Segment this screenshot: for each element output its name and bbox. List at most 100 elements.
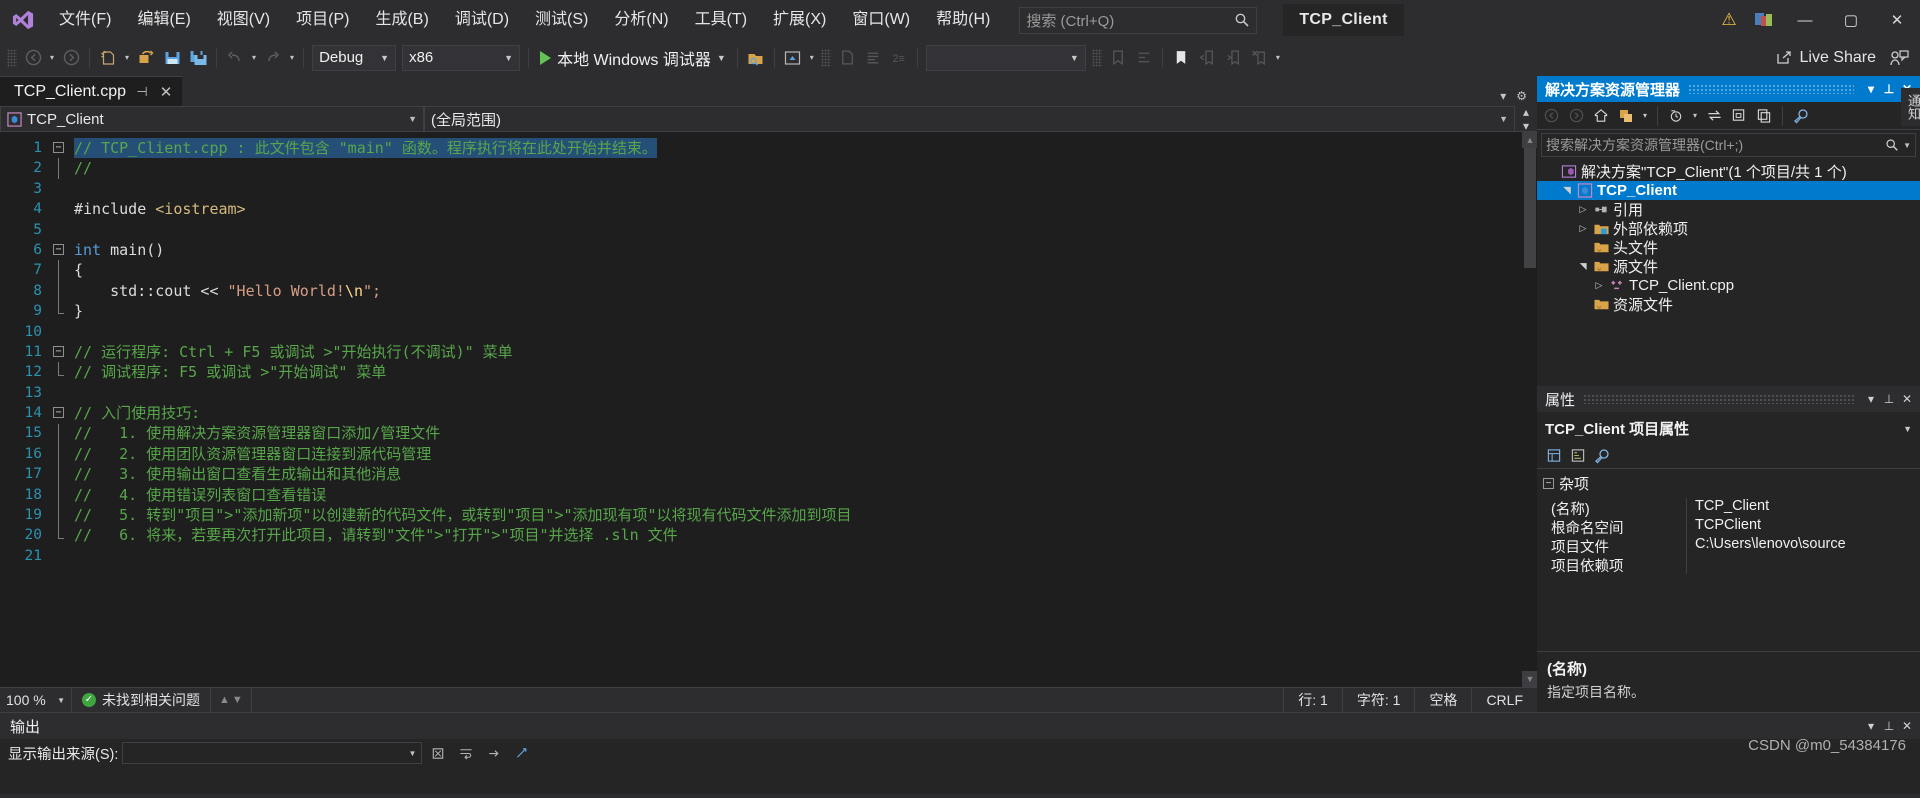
fold-collapse-icon[interactable]: −: [53, 244, 64, 255]
code-line[interactable]: // 6. 将来，若要再次打开此项目，请转到"文件">"打开">"项目"并选择 …: [74, 525, 1521, 545]
menu-debug[interactable]: 调试(D): [442, 0, 522, 40]
toolbar-overflow-icon[interactable]: ▾: [1272, 53, 1284, 62]
new-project-dropdown-icon[interactable]: ▾: [121, 53, 133, 62]
se-home-button[interactable]: [1589, 104, 1613, 128]
close-icon[interactable]: ✕: [1898, 719, 1916, 733]
scroll-up-icon[interactable]: ▲: [1522, 132, 1537, 148]
collapse-arrow-icon[interactable]: ▷: [1575, 223, 1591, 234]
toolbar-grip[interactable]: [7, 48, 17, 67]
open-file-button[interactable]: [133, 44, 159, 72]
warning-icon[interactable]: ⚠: [1712, 10, 1746, 30]
format-document-button[interactable]: [860, 44, 886, 72]
quick-launch-search[interactable]: 搜索 (Ctrl+Q): [1019, 6, 1258, 34]
properties-category-misc[interactable]: − 杂项: [1537, 469, 1920, 498]
tree-item-5[interactable]: ◢ 源文件: [1537, 257, 1920, 276]
vertical-tab-notifications[interactable]: 通知: [1901, 88, 1920, 126]
solution-tree[interactable]: 解决方案"TCP_Client"(1 个项目/共 1 个) ◢ TCP_Client…: [1537, 160, 1920, 386]
se-collapse-all-button[interactable]: [1727, 104, 1751, 128]
output-toggle-wordwrap-button[interactable]: [454, 742, 478, 764]
zoom-combo[interactable]: 100 % ▼: [0, 687, 72, 713]
close-icon[interactable]: ✕: [1898, 392, 1916, 406]
find-combo[interactable]: ▼: [925, 44, 1086, 71]
next-bookmark-button[interactable]: [1220, 44, 1246, 72]
code-line[interactable]: // 5. 转到"项目">"添加新项"以创建新的代码文件，或转到"项目">"添加…: [74, 505, 1521, 525]
fold-margin[interactable]: − − − −: [48, 132, 74, 687]
output-source-combo[interactable]: ▼: [122, 742, 423, 764]
code-line[interactable]: {: [74, 260, 1521, 280]
close-icon[interactable]: ✕: [158, 83, 174, 101]
code-line[interactable]: // 运行程序: Ctrl + F5 或调试 >"开始执行(不调试)" 菜单: [74, 342, 1521, 362]
code-line[interactable]: [74, 220, 1521, 240]
property-value[interactable]: C:\Users\lenovo\source: [1687, 536, 1920, 555]
redo-dropdown-icon[interactable]: ▾: [286, 53, 298, 62]
attach-to-process-button[interactable]: [743, 44, 769, 72]
navbar-split-control[interactable]: ▴ ▾: [1515, 105, 1537, 133]
bookmark-nav-button[interactable]: [1105, 44, 1131, 72]
property-row[interactable]: 项目文件 C:\Users\lenovo\source: [1537, 536, 1920, 556]
property-row[interactable]: 项目依赖项: [1537, 555, 1920, 575]
navbar-project-combo[interactable]: TCP_Client ▼: [0, 106, 424, 132]
indent-button[interactable]: [1131, 44, 1157, 72]
panel-menu-icon[interactable]: ▾: [1862, 719, 1880, 733]
collapse-icon[interactable]: −: [1543, 478, 1554, 489]
pin-icon[interactable]: ⊥: [1880, 82, 1898, 96]
code-line[interactable]: //: [74, 158, 1521, 178]
se-switch-views-button[interactable]: [1614, 104, 1638, 128]
solution-platform-combo[interactable]: x86 ▼: [402, 44, 521, 71]
panel-menu-icon[interactable]: ▾: [1862, 392, 1880, 406]
fold-collapse-icon[interactable]: −: [53, 142, 64, 153]
se-search-dropdown-icon[interactable]: ▼: [1903, 141, 1911, 150]
menu-project[interactable]: 项目(P): [283, 0, 362, 40]
menu-file[interactable]: 文件(F): [46, 0, 124, 40]
code-line[interactable]: // TCP_Client.cpp : 此文件包含 "main" 函数。程序执行…: [74, 138, 1521, 159]
code-line[interactable]: // 2. 使用团队资源管理器窗口连接到源代码管理: [74, 444, 1521, 464]
categorized-view-button[interactable]: [1543, 445, 1565, 467]
property-value[interactable]: TCPClient: [1687, 517, 1920, 536]
collapse-arrow-icon[interactable]: ▷: [1575, 204, 1591, 215]
expand-arrow-icon[interactable]: ◢: [1562, 183, 1573, 199]
menu-view[interactable]: 视图(V): [204, 0, 283, 40]
menu-build[interactable]: 生成(B): [362, 0, 441, 40]
next-issue-icon[interactable]: ▼: [232, 694, 243, 706]
close-button[interactable]: ✕: [1874, 0, 1920, 40]
se-views-dropdown-icon[interactable]: ▾: [1639, 111, 1651, 120]
code-text[interactable]: // TCP_Client.cpp : 此文件包含 "main" 函数。程序执行…: [74, 132, 1521, 687]
menu-analyze[interactable]: 分析(N): [601, 0, 681, 40]
properties-grid[interactable]: (名称) TCP_Client 根命名空间 TCPClient 项目文件 C:\Users…: [1537, 498, 1920, 575]
solution-explorer-search[interactable]: 搜索解决方案资源管理器(Ctrl+;) ▼: [1541, 133, 1916, 157]
tree-item-3[interactable]: ▷ 外部依赖项: [1537, 219, 1920, 238]
clear-bookmarks-button[interactable]: [1246, 44, 1272, 72]
editor-vertical-scrollbar[interactable]: ▲ ▼: [1521, 132, 1537, 687]
code-line[interactable]: [74, 383, 1521, 403]
code-line[interactable]: std::cout << "Hello World!\n";: [74, 281, 1521, 301]
code-line[interactable]: // 4. 使用错误列表窗口查看错误: [74, 485, 1521, 505]
code-surface[interactable]: 1 2 3 4 5 6 7 8 9 10 11 12 13 14 15 16 17 18 19 20 21 − − − − /…: [0, 132, 1521, 687]
menu-edit[interactable]: 编辑(E): [124, 0, 203, 40]
code-line[interactable]: }: [74, 301, 1521, 321]
save-all-button[interactable]: [185, 44, 211, 72]
toolbar-grip-3[interactable]: [1091, 48, 1102, 67]
panel-drag-dots[interactable]: [1688, 84, 1854, 94]
fold-collapse-icon[interactable]: −: [53, 407, 64, 419]
tree-item-7[interactable]: 资源文件: [1537, 295, 1920, 314]
property-row[interactable]: 根命名空间 TCPClient: [1537, 517, 1920, 537]
editor-settings-icon[interactable]: ⚙: [1512, 89, 1531, 103]
tree-item-0[interactable]: 解决方案"TCP_Client"(1 个项目/共 1 个): [1537, 162, 1920, 181]
navbar-scope-combo[interactable]: (全局范围) ▼: [424, 106, 1515, 132]
live-preview-dropdown-icon[interactable]: ▾: [806, 53, 818, 62]
tab-tcp-client-cpp[interactable]: TCP_Client.cpp ⊣ ✕: [0, 76, 183, 106]
redo-button[interactable]: [260, 44, 286, 72]
se-pending-dropdown-icon[interactable]: ▾: [1689, 111, 1701, 120]
code-line[interactable]: [74, 179, 1521, 199]
maximize-button[interactable]: ▢: [1828, 0, 1874, 40]
properties-object-dropdown-icon[interactable]: ▼: [1903, 424, 1912, 434]
property-pages-button[interactable]: [1591, 445, 1613, 467]
panel-menu-icon[interactable]: ▾: [1862, 82, 1880, 96]
live-share-button[interactable]: Live Share: [1765, 43, 1887, 73]
panel-drag-dots[interactable]: [1583, 394, 1854, 404]
toggle-bookmark-button[interactable]: [1168, 44, 1194, 72]
pin-icon[interactable]: ⊥: [1880, 392, 1898, 406]
tree-item-4[interactable]: 头文件: [1537, 238, 1920, 257]
tab-list-chevron-icon[interactable]: ▾: [1496, 89, 1510, 103]
notification-badge-icon[interactable]: [1746, 11, 1782, 29]
